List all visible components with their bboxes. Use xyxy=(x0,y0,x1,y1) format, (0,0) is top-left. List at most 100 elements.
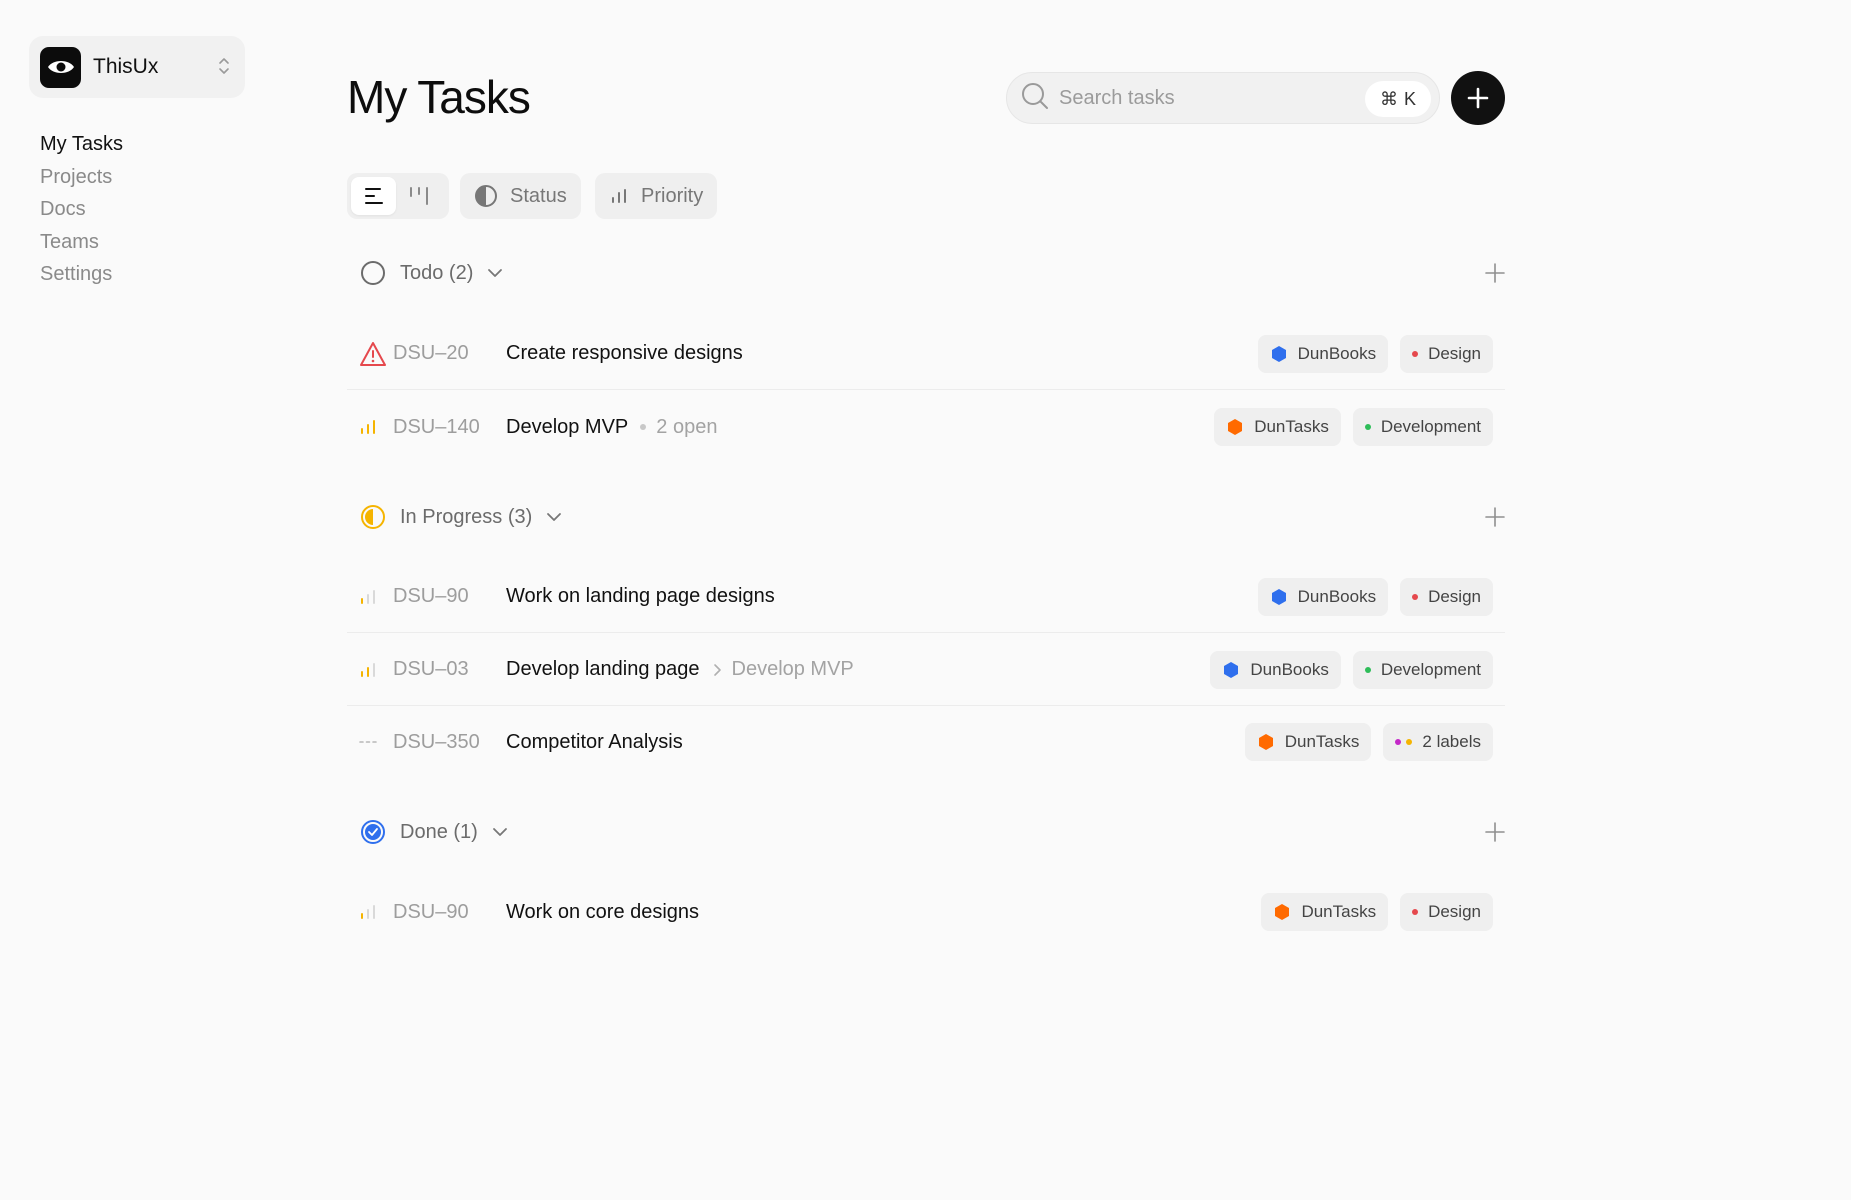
sidebar-item-settings[interactable]: Settings xyxy=(40,258,123,291)
done-check-icon xyxy=(361,820,385,844)
multi-dot-icon xyxy=(1395,739,1413,745)
tag-label: Design xyxy=(1428,343,1481,363)
tag-label: 2 labels xyxy=(1422,732,1481,751)
half-circle-icon xyxy=(475,185,497,207)
priority-filter-label: Priority xyxy=(641,184,704,207)
tag-label: DunTasks xyxy=(1254,417,1329,436)
label-tag[interactable]: Design xyxy=(1400,577,1493,616)
search-input[interactable] xyxy=(1059,86,1349,110)
project-tag[interactable]: DunBooks xyxy=(1257,577,1389,616)
red-dot-icon xyxy=(1412,350,1419,357)
plus-icon xyxy=(1485,822,1505,842)
add-task-to-group-button[interactable] xyxy=(1485,507,1505,527)
chevron-right-icon xyxy=(713,663,721,676)
hexagon-blue-icon xyxy=(1271,588,1286,605)
group-header-in-progress: In Progress (3) xyxy=(360,502,1505,532)
label-tag[interactable]: Development xyxy=(1352,408,1493,446)
label-tag[interactable]: Design xyxy=(1400,334,1493,373)
medium-priority-icon xyxy=(359,662,393,678)
board-view-button[interactable] xyxy=(396,177,441,215)
bullet-icon xyxy=(640,424,647,430)
green-dot-icon xyxy=(1364,424,1371,430)
label-tag[interactable]: Development xyxy=(1352,650,1493,689)
red-dot-icon xyxy=(1412,909,1419,915)
hexagon-orange-icon xyxy=(1228,419,1243,435)
group-header-todo: Todo (2) xyxy=(360,258,1505,288)
tag-label: DunTasks xyxy=(1301,902,1377,921)
task-id: DSU–90 xyxy=(393,585,469,607)
group-label: Done (1) xyxy=(400,820,478,843)
chevron-down-icon[interactable] xyxy=(487,268,503,278)
chevron-up-down-icon xyxy=(217,55,231,82)
task-id: DSU–03 xyxy=(393,658,469,680)
sidebar-item-my-tasks[interactable]: My Tasks xyxy=(40,128,123,161)
add-task-to-group-button[interactable] xyxy=(1485,822,1505,842)
eye-logo-icon xyxy=(40,46,81,88)
priority-filter-button[interactable]: Priority xyxy=(595,173,718,219)
no-priority-icon xyxy=(359,740,393,744)
sidebar-item-projects[interactable]: Projects xyxy=(40,161,123,194)
task-row[interactable]: DSU–20 Create responsive designs DunBook… xyxy=(347,318,1505,390)
hexagon-orange-icon xyxy=(1258,734,1273,750)
task-title: Develop MVP xyxy=(506,415,629,438)
add-task-button[interactable] xyxy=(1451,71,1505,125)
group-header-done: Done (1) xyxy=(360,817,1505,847)
project-tag[interactable]: DunTasks xyxy=(1261,893,1389,931)
command-key-icon: ⌘ xyxy=(1379,88,1398,109)
shortcut-key: K xyxy=(1403,88,1416,109)
low-priority-icon xyxy=(359,589,393,605)
task-id: DSU–140 xyxy=(393,415,480,438)
task-row[interactable]: DSU–03 Develop landing page Develop MVP … xyxy=(347,634,1505,706)
project-tag[interactable]: DunTasks xyxy=(1244,723,1372,761)
project-tag[interactable]: DunBooks xyxy=(1257,334,1389,373)
task-id: DSU–20 xyxy=(393,342,469,364)
search-box[interactable]: ⌘ K xyxy=(1006,72,1440,124)
open-count-label: 2 open xyxy=(656,415,718,438)
priority-bars-icon xyxy=(612,189,626,203)
chevron-down-icon[interactable] xyxy=(492,827,508,837)
task-title: Work on landing page designs xyxy=(506,585,775,607)
label-tag[interactable]: Design xyxy=(1400,893,1493,931)
green-dot-icon xyxy=(1364,666,1371,673)
view-toggle xyxy=(347,173,449,219)
list-view-icon xyxy=(364,188,383,204)
project-tag[interactable]: DunBooks xyxy=(1210,650,1341,689)
workspace-name: ThisUx xyxy=(93,55,159,78)
tag-label: Development xyxy=(1380,417,1481,436)
sidebar-item-docs[interactable]: Docs xyxy=(40,193,123,226)
project-tag[interactable]: DunTasks xyxy=(1214,408,1341,446)
tag-label: Design xyxy=(1428,586,1481,606)
task-title: Work on core designs xyxy=(506,900,700,923)
sidebar-item-teams[interactable]: Teams xyxy=(40,226,123,259)
tag-label: DunTasks xyxy=(1284,732,1360,751)
task-title: Develop landing page xyxy=(506,658,700,680)
task-row[interactable]: DSU–140 Develop MVP 2 open DunTasks Deve… xyxy=(347,391,1505,463)
tag-label: Design xyxy=(1428,902,1481,921)
status-filter-button[interactable]: Status xyxy=(460,173,581,219)
parent-task-label: Develop MVP xyxy=(731,658,854,680)
board-view-icon xyxy=(409,187,428,205)
list-view-button[interactable] xyxy=(351,177,396,215)
add-task-to-group-button[interactable] xyxy=(1485,263,1505,283)
page-title: My Tasks xyxy=(347,71,531,123)
task-row[interactable]: DSU–90 Work on core designs DunTasks Des… xyxy=(347,876,1505,948)
label-tag[interactable]: 2 labels xyxy=(1383,723,1493,761)
hexagon-blue-icon xyxy=(1224,661,1239,678)
task-row[interactable]: DSU–350 Competitor Analysis DunTasks 2 l… xyxy=(347,706,1505,778)
workspace-switcher[interactable]: ThisUx xyxy=(29,36,245,98)
status-filter-label: Status xyxy=(510,184,567,207)
plus-icon xyxy=(1485,507,1505,527)
group-label: Todo (2) xyxy=(400,261,474,284)
search-icon xyxy=(1021,82,1049,115)
chevron-down-icon[interactable] xyxy=(546,512,562,522)
task-id: DSU–90 xyxy=(393,900,469,923)
high-priority-icon xyxy=(359,419,393,435)
task-row[interactable]: DSU–90 Work on landing page designs DunB… xyxy=(347,561,1505,633)
parent-task[interactable]: Develop MVP xyxy=(712,658,854,681)
task-id: DSU–350 xyxy=(393,730,480,753)
red-dot-icon xyxy=(1412,593,1419,600)
urgent-icon xyxy=(359,341,393,367)
plus-icon xyxy=(1485,263,1505,283)
tag-label: Development xyxy=(1380,659,1481,679)
hexagon-blue-icon xyxy=(1271,345,1286,362)
